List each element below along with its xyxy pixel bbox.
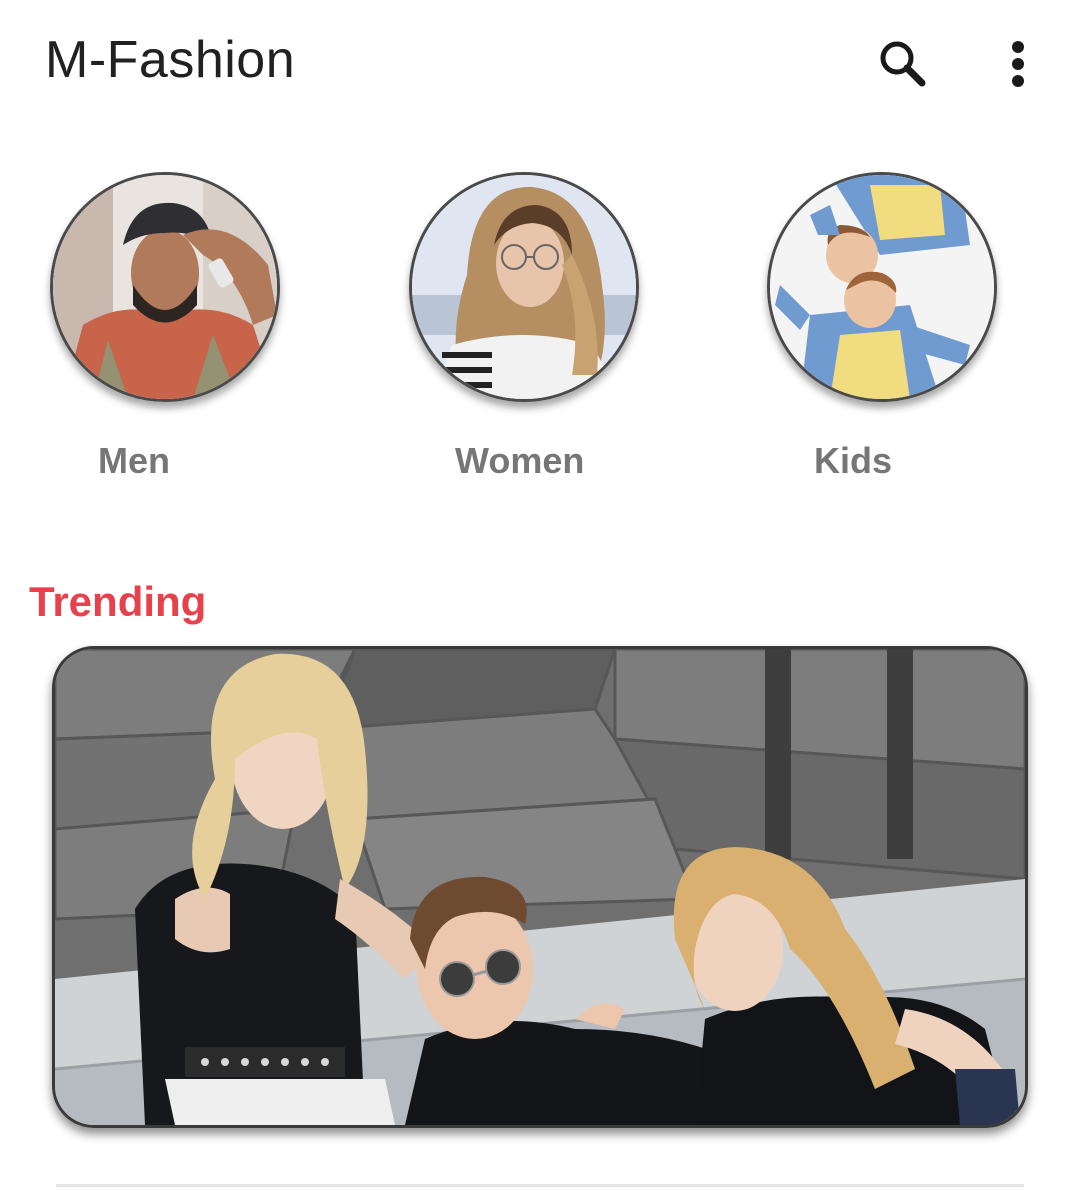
men-photo bbox=[53, 175, 277, 399]
search-button[interactable] bbox=[866, 28, 938, 100]
app-bar: M-Fashion bbox=[0, 0, 1080, 128]
women-photo bbox=[412, 175, 636, 399]
kids-photo bbox=[770, 175, 994, 399]
category-men-image[interactable] bbox=[50, 172, 280, 402]
category-label: Women bbox=[455, 440, 585, 481]
category-women-image[interactable] bbox=[409, 172, 639, 402]
category-kids-image[interactable] bbox=[767, 172, 997, 402]
home-screen: M-Fashion Men Women Kids Trending bbox=[0, 0, 1080, 1194]
category-women[interactable]: Women bbox=[405, 172, 645, 482]
trending-banner[interactable] bbox=[52, 646, 1028, 1128]
app-title: M-Fashion bbox=[45, 31, 296, 89]
section-divider bbox=[56, 1184, 1024, 1187]
category-label: Kids bbox=[814, 440, 893, 481]
category-men[interactable]: Men bbox=[46, 172, 286, 482]
category-kids[interactable]: Kids bbox=[763, 172, 1003, 482]
trending-title: Trending bbox=[29, 578, 207, 625]
category-label: Men bbox=[98, 440, 170, 481]
search-icon bbox=[880, 41, 926, 87]
trending-photo bbox=[55, 649, 1025, 1125]
more-vert-icon bbox=[1012, 41, 1024, 87]
more-options-button[interactable] bbox=[982, 28, 1054, 100]
